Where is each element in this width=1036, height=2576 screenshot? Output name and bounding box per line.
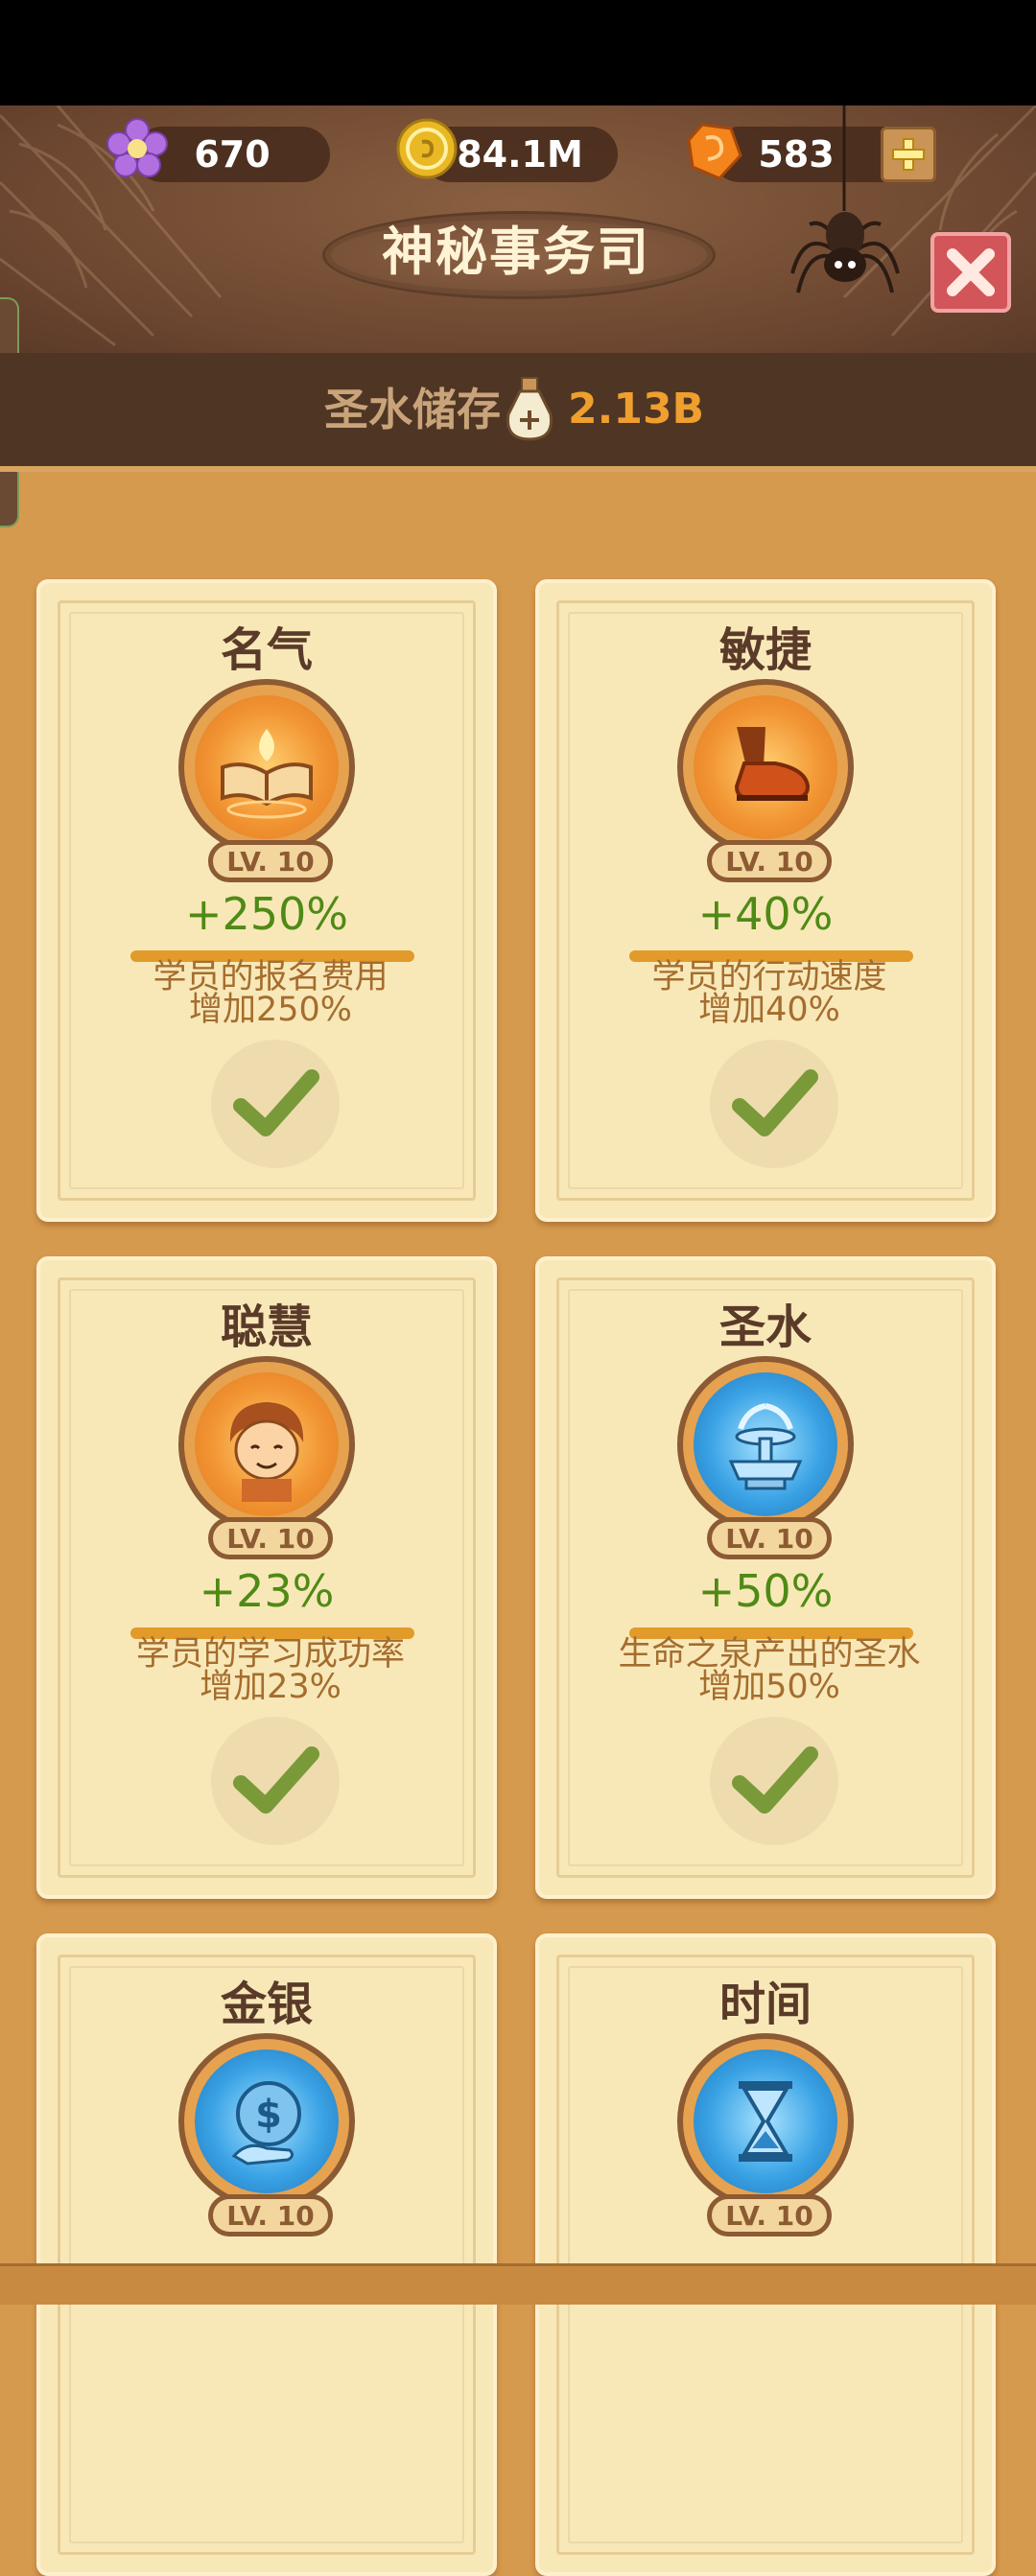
card-medal: [677, 2033, 854, 2210]
card-title: 敏捷: [718, 623, 812, 677]
running-shoe-icon: [734, 727, 811, 801]
dollar-coin-icon: $: [231, 2081, 301, 2166]
bonus-value: +40%: [697, 888, 834, 940]
upgrade-card-holy-water[interactable]: 圣水 LV. 10 +50% 生命之泉产出的圣水 增加50%: [535, 1256, 996, 1899]
description-line-2: 增加50%: [698, 1668, 840, 1706]
bottom-edge-strip: [0, 2263, 1036, 2305]
gold-coin-icon: [396, 118, 458, 179]
completed-check: [710, 1040, 838, 1168]
card-description: 学员的学习成功率 增加23%: [59, 1635, 482, 1706]
checkmark-icon: [732, 1069, 818, 1136]
checkmark-icon: [233, 1069, 319, 1136]
card-medal: [677, 1356, 854, 1533]
description-line-2: 增加23%: [200, 1668, 341, 1706]
storage-label: 圣水储存: [324, 384, 501, 435]
upgrade-card-time[interactable]: 时间 LV. 10: [535, 1933, 996, 2576]
card-title: 聪慧: [220, 1300, 313, 1354]
close-icon: [947, 248, 995, 296]
purple-flower-icon: [106, 118, 168, 177]
page-title: 神秘事务司: [382, 222, 650, 282]
upgrade-card-gold-silver[interactable]: 金银 $ LV. 10: [36, 1933, 497, 2576]
spider-icon: [790, 105, 900, 293]
level-badge: LV. 10: [707, 1517, 832, 1559]
checkmark-icon: [233, 1746, 319, 1814]
status-bar: [0, 0, 1036, 105]
svg-text:$: $: [255, 2093, 282, 2137]
card-medal: [178, 679, 355, 855]
level-badge: LV. 10: [707, 2194, 832, 2236]
header-panel: 670 84.1M 583 神秘事务司: [0, 105, 1036, 353]
card-title: 金银: [220, 1978, 313, 2031]
level-badge: LV. 10: [208, 1517, 333, 1559]
hourglass-icon: [739, 2081, 792, 2162]
completed-check: [211, 1717, 340, 1845]
card-title: 名气: [220, 623, 313, 677]
description-line-2: 增加250%: [188, 991, 353, 1029]
storage-value: 2.13B: [568, 385, 705, 433]
card-medal: $: [178, 2033, 355, 2210]
checkmark-icon: [732, 1746, 818, 1814]
card-medal: [677, 679, 854, 855]
card-title: 时间: [718, 1978, 812, 2031]
fountain-icon: [728, 1403, 803, 1490]
upgrade-card-wisdom[interactable]: 聪慧 LV. 10 +23% 学员的学习成功率 增加23%: [36, 1256, 497, 1899]
completed-check: [211, 1040, 340, 1168]
coin-count: 84.1M: [457, 133, 583, 176]
level-badge: LV. 10: [208, 840, 333, 882]
card-description: 生命之泉产出的圣水 增加50%: [558, 1635, 980, 1706]
card-description: 学员的报名费用 增加250%: [59, 958, 482, 1029]
description-line-1: 学员的学习成功率: [135, 1635, 405, 1674]
description-line-1: 学员的行动速度: [651, 958, 887, 996]
upgrade-card-fame[interactable]: 名气 LV. 10 +250% 学员的报名费用 增加250%: [36, 579, 497, 1222]
description-line-1: 生命之泉产出的圣水: [618, 1635, 921, 1674]
potion-bottle-icon: [506, 377, 553, 441]
flower-count: 670: [194, 133, 271, 176]
orange-gem-icon: [687, 123, 742, 180]
level-badge: LV. 10: [707, 840, 832, 882]
card-description: 学员的行动速度 增加40%: [558, 958, 980, 1029]
card-medal: [178, 1356, 355, 1533]
upgrade-card-agility[interactable]: 敏捷 LV. 10 +40% 学员的行动速度 增加40%: [535, 579, 996, 1222]
completed-check: [710, 1717, 838, 1845]
holy-water-storage-bar: 圣水储存 2.13B: [0, 353, 1036, 472]
level-badge: LV. 10: [208, 2194, 333, 2236]
description-line-2: 增加40%: [698, 991, 840, 1029]
card-title: 圣水: [718, 1300, 812, 1354]
student-face-icon: [229, 1402, 304, 1502]
bonus-value: +250%: [184, 888, 349, 940]
description-line-1: 学员的报名费用: [153, 958, 388, 996]
close-button[interactable]: [930, 232, 1011, 313]
bonus-value: +23%: [199, 1565, 335, 1617]
glowing-book-icon: [221, 729, 313, 819]
bonus-value: +50%: [697, 1565, 834, 1617]
